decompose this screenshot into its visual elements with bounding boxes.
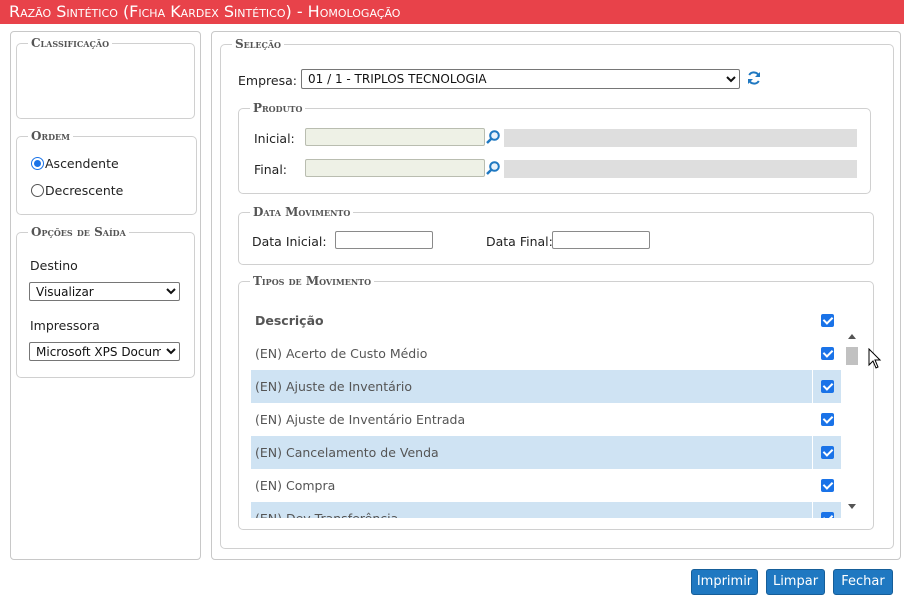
row-checkbox[interactable] [820,479,834,492]
classificacao-legend: Classificação [31,36,110,50]
row-description: (EN) Acerto de Custo Médio [251,337,813,370]
table-row[interactable]: (EN) Ajuste de Inventário [251,370,841,403]
produto-group: Produto [238,101,871,194]
mouse-cursor-icon [868,348,882,369]
row-checkbox[interactable] [820,446,834,459]
data-final-input[interactable] [552,231,650,249]
produto-legend: Produto [253,101,303,115]
row-description: (EN) Cancelamento de Venda [251,436,813,469]
row-checkbox[interactable] [820,413,834,426]
impressora-label: Impressora [30,318,100,333]
data-movimento-legend: Data Movimento [253,205,351,219]
radio-ascendente-control[interactable] [31,157,44,170]
radio-ascendente-label: Ascendente [45,156,119,171]
row-checkbox[interactable] [820,347,834,360]
radio-decrescente-control[interactable] [31,184,44,197]
produto-inicial-label: Inicial: [254,131,295,146]
row-description: (EN) Ajuste de Inventário Entrada [251,403,813,436]
produto-inicial-description [504,129,857,147]
table-scrollbar[interactable] [845,330,859,517]
table-row[interactable]: (EN) Cancelamento de Venda [251,436,841,469]
produto-final-description [504,160,857,178]
tipos-movimento-legend: Tipos de Movimento [253,274,372,288]
produto-final-input[interactable] [305,159,485,177]
fechar-button[interactable]: Fechar [833,569,893,595]
produto-final-search-icon[interactable] [485,160,501,176]
data-final-label: Data Final: [486,234,553,249]
ordem-group: Ordem [16,129,197,215]
empresa-label: Empresa: [238,73,297,88]
header-descricao: Descrição [251,304,813,337]
table-row[interactable]: (EN) Dev Transferência [251,502,841,518]
row-checkbox[interactable] [820,380,834,393]
saida-legend: Opções de Saída [31,225,126,239]
tipos-movimento-table: Descrição (EN) Acerto de Custo Médio (EN… [251,302,841,518]
classificacao-group: Classificação [16,36,195,119]
scroll-up-icon[interactable] [848,334,856,339]
produto-inicial-input[interactable] [305,128,485,146]
produto-final-label: Final: [254,162,288,177]
data-inicial-input[interactable] [335,231,433,249]
empresa-select[interactable]: 01 / 1 - TRIPLOS TECNOLOGIA [301,69,740,89]
table-row[interactable]: (EN) Ajuste de Inventário Entrada [251,403,841,436]
table-row[interactable]: (EN) Compra [251,469,841,502]
destino-select[interactable]: Visualizar [29,282,180,301]
row-description: (EN) Ajuste de Inventário [251,370,813,403]
impressora-select[interactable]: Microsoft XPS Document Writer [29,342,180,361]
radio-ascendente[interactable]: Ascendente [31,156,119,171]
data-inicial-label: Data Inicial: [252,234,327,249]
row-description: (EN) Compra [251,469,813,502]
imprimir-button[interactable]: Imprimir [691,569,758,595]
ordem-legend: Ordem [31,129,70,143]
selecao-legend: Seleção [235,37,282,51]
destino-label: Destino [30,258,78,273]
select-all-checkbox[interactable] [820,314,834,327]
produto-inicial-search-icon[interactable] [485,129,501,145]
refresh-icon[interactable] [746,70,762,86]
table-header-row: Descrição [251,304,841,337]
scroll-down-icon[interactable] [848,504,856,509]
radio-decrescente[interactable]: Decrescente [31,183,123,198]
radio-decrescente-label: Decrescente [45,183,124,198]
scroll-thumb[interactable] [846,347,858,365]
limpar-button[interactable]: Limpar [766,569,825,595]
table-row[interactable]: (EN) Acerto de Custo Médio [251,337,841,370]
window-title: Razão Sintético (Ficha Kardex Sintético)… [0,0,904,24]
row-checkbox[interactable] [820,512,834,518]
row-description: (EN) Dev Transferência [251,502,813,518]
